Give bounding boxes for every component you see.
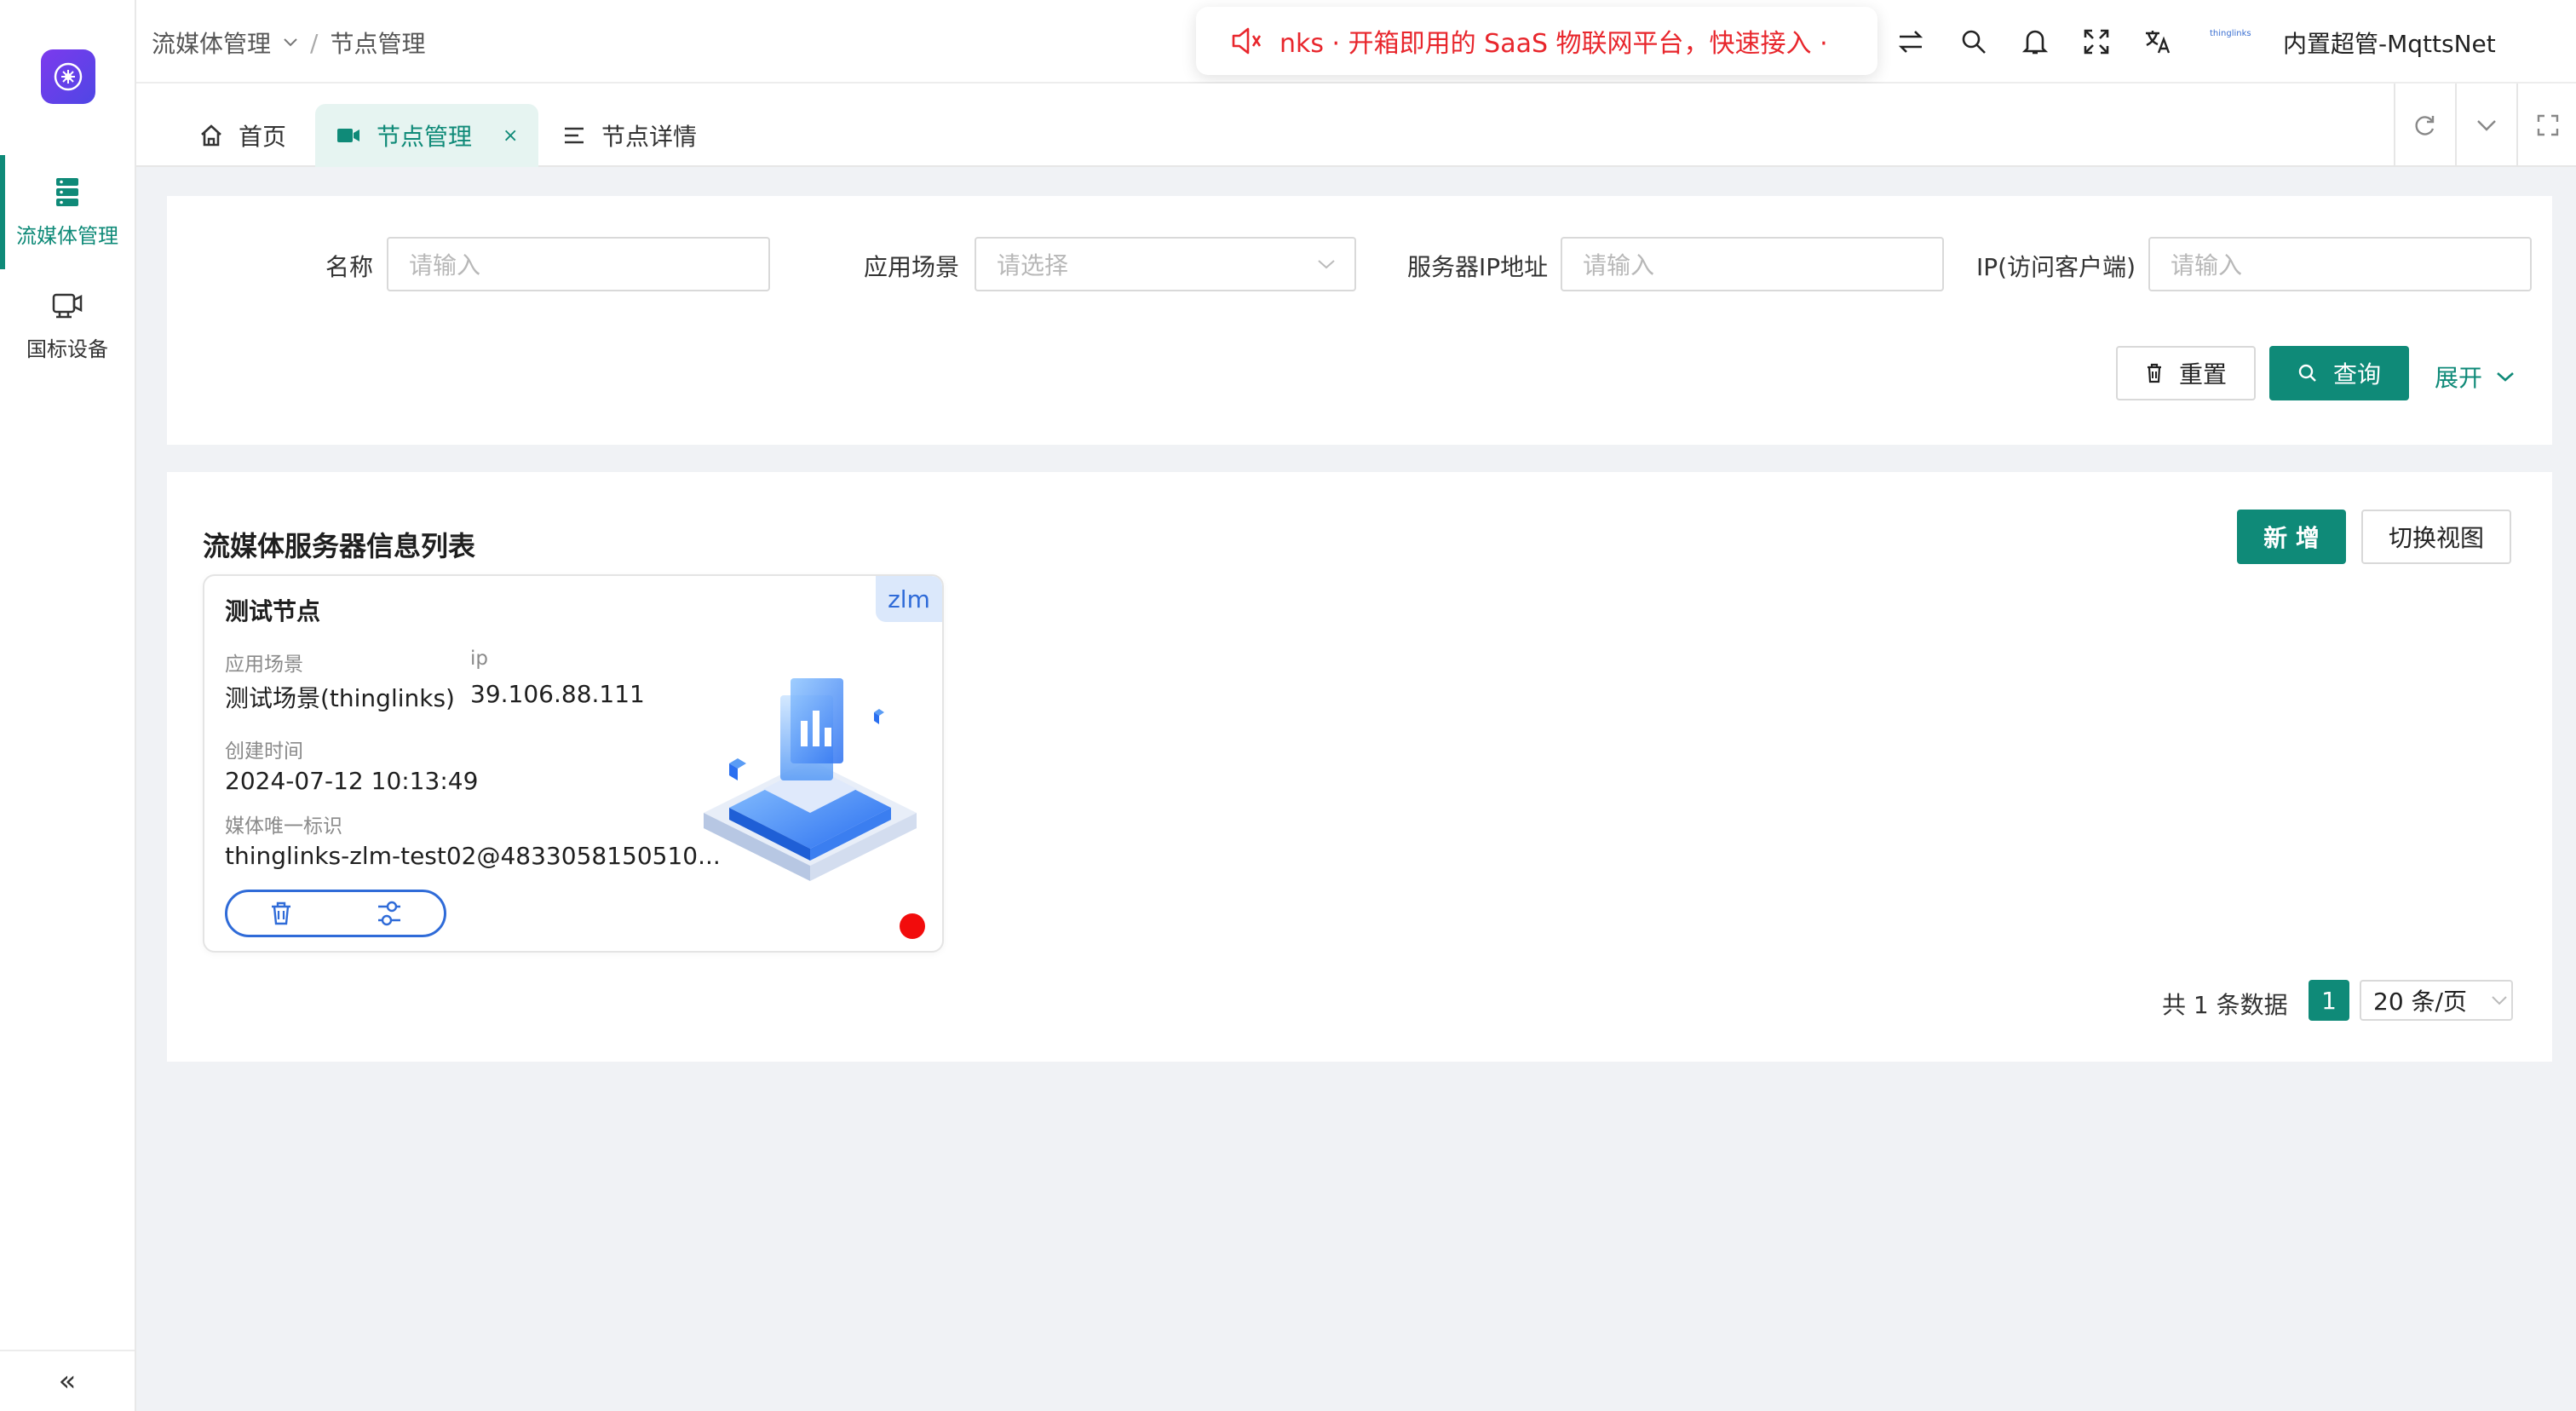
chevron-down-icon[interactable]	[283, 37, 298, 48]
switch-view-button[interactable]: 切换视图	[2361, 510, 2511, 564]
bell-icon[interactable]	[2015, 22, 2055, 61]
close-icon[interactable]: ×	[503, 125, 518, 147]
add-button[interactable]: 新 增	[2237, 510, 2346, 564]
name-input[interactable]: 请输入	[387, 237, 770, 291]
reset-button[interactable]: 重置	[2116, 346, 2256, 400]
name-label: 名称	[325, 253, 374, 281]
pagination-total: 共 1 条数据	[2162, 991, 2288, 1019]
server-icon	[56, 177, 78, 206]
breadcrumb-separator: /	[310, 28, 319, 57]
tabs-bar: 首页 节点管理 × 节点详情	[136, 84, 2576, 167]
scene-select-placeholder: 请选择	[997, 251, 1069, 279]
client-ip-label: IP(访问客户端)	[1976, 253, 2136, 281]
trash-icon	[2147, 363, 2161, 383]
server-type-badge: zlm	[876, 576, 942, 622]
top-header: 流媒体管理 / 节点管理 nks · 开箱即用的 SaaS 物联网平台，快速接入…	[136, 0, 2576, 84]
page-size-value: 20 条/页	[2373, 988, 2467, 1016]
media-id-key: 媒体唯一标识	[225, 815, 342, 838]
ip-key: ip	[470, 648, 488, 670]
media-id-value: thinglinks-zlm-test02@4833058150510...	[225, 842, 721, 870]
list-title: 流媒体服务器信息列表	[203, 530, 476, 562]
sidebar-collapse-button[interactable]: «	[0, 1350, 135, 1411]
app-logo[interactable]	[41, 49, 95, 104]
chevron-down-icon	[1318, 260, 1335, 269]
trash-icon[interactable]	[268, 900, 294, 927]
sidebar: 流媒体管理 国标设备 «	[0, 0, 136, 1411]
tab-home[interactable]: 首页	[179, 104, 307, 167]
tab-label: 节点管理	[377, 123, 473, 151]
sidebar-item-gb-device[interactable]: 国标设备	[0, 269, 135, 383]
server-illustration	[704, 678, 917, 881]
created-value: 2024-07-12 10:13:49	[225, 767, 479, 795]
scene-label: 应用场景	[864, 253, 960, 281]
query-button[interactable]: 查询	[2269, 346, 2409, 400]
chevron-down-icon	[2497, 372, 2514, 382]
card-actions	[225, 890, 446, 937]
chevron-down-icon	[2492, 996, 2507, 1005]
breadcrumb-item[interactable]: 流媒体管理	[152, 26, 271, 60]
breadcrumb: 流媒体管理 / 节点管理	[152, 26, 425, 60]
refresh-tab-button[interactable]	[2394, 84, 2455, 167]
search-panel: 名称 请输入 应用场景 请选择 服务器IP地址 请输入 IP(访问客户端) 请输…	[167, 196, 2552, 445]
user-name[interactable]: 内置超管-MqttsNet	[2283, 26, 2496, 60]
sidebar-item-label: 流媒体管理	[16, 223, 118, 248]
tab-menu-button[interactable]	[2455, 84, 2516, 167]
speaker-icon	[1232, 27, 1262, 55]
notice-text: nks · 开箱即用的 SaaS 物联网平台，快速接入 ·	[1279, 29, 1828, 59]
status-indicator	[900, 913, 925, 939]
notice-bar: nks · 开箱即用的 SaaS 物联网平台，快速接入 ·	[1196, 7, 1877, 75]
client-ip-input[interactable]: 请输入	[2148, 237, 2532, 291]
server-ip-input[interactable]: 请输入	[1561, 237, 1944, 291]
server-ip-label: 服务器IP地址	[1407, 253, 1549, 281]
search-icon	[2298, 364, 2316, 382]
reset-label: 重置	[2178, 360, 2227, 389]
page-size-select[interactable]: 20 条/页	[2360, 980, 2513, 1021]
tab-label: 节点详情	[601, 123, 698, 151]
scene-key: 应用场景	[225, 654, 303, 676]
fullscreen-icon[interactable]	[2077, 22, 2116, 61]
video-icon	[337, 129, 359, 142]
ip-value: 39.106.88.111	[470, 680, 645, 708]
tab-label: 首页	[239, 123, 287, 151]
breadcrumb-item: 节点管理	[330, 30, 426, 58]
expand-filters-link[interactable]: 展开	[2435, 360, 2515, 394]
expand-icon	[2537, 114, 2559, 136]
sidebar-item-stream-media[interactable]: 流媒体管理	[0, 155, 135, 269]
created-key: 创建时间	[225, 740, 303, 763]
camera-device-icon	[52, 293, 83, 318]
pagination-page[interactable]: 1	[2309, 980, 2349, 1021]
sidebar-item-label: 国标设备	[26, 337, 108, 361]
refresh-icon	[2415, 116, 2435, 135]
node-title: 测试节点	[225, 597, 321, 625]
double-chevron-left-icon: «	[58, 1364, 77, 1398]
brand-mini-logo: thinglinks	[2210, 29, 2251, 38]
switch-icon[interactable]	[1891, 22, 1930, 61]
brain-chip-icon	[54, 62, 83, 91]
node-card[interactable]: zlm 测试节点 应用场景 测试场景(thinglinks) ip 39.106…	[203, 574, 944, 953]
maximize-button[interactable]	[2516, 84, 2576, 167]
scene-value: 测试场景(thinglinks)	[225, 684, 455, 712]
search-icon[interactable]	[1954, 22, 1993, 61]
home-icon	[201, 124, 221, 147]
tab-node-management[interactable]: 节点管理 ×	[315, 104, 539, 167]
expand-label: 展开	[2435, 364, 2483, 392]
translate-icon[interactable]	[2138, 22, 2177, 61]
query-label: 查询	[2332, 360, 2381, 389]
scene-select[interactable]: 请选择	[975, 237, 1356, 291]
chevron-down-icon	[2477, 120, 2496, 131]
list-icon	[565, 127, 584, 144]
server-list-panel: 流媒体服务器信息列表 新 增 切换视图 zlm 测试节点 应用场景 测试场景(t…	[167, 472, 2552, 1062]
settings-sliders-icon[interactable]	[375, 900, 404, 927]
tab-node-detail[interactable]: 节点详情	[542, 104, 717, 167]
